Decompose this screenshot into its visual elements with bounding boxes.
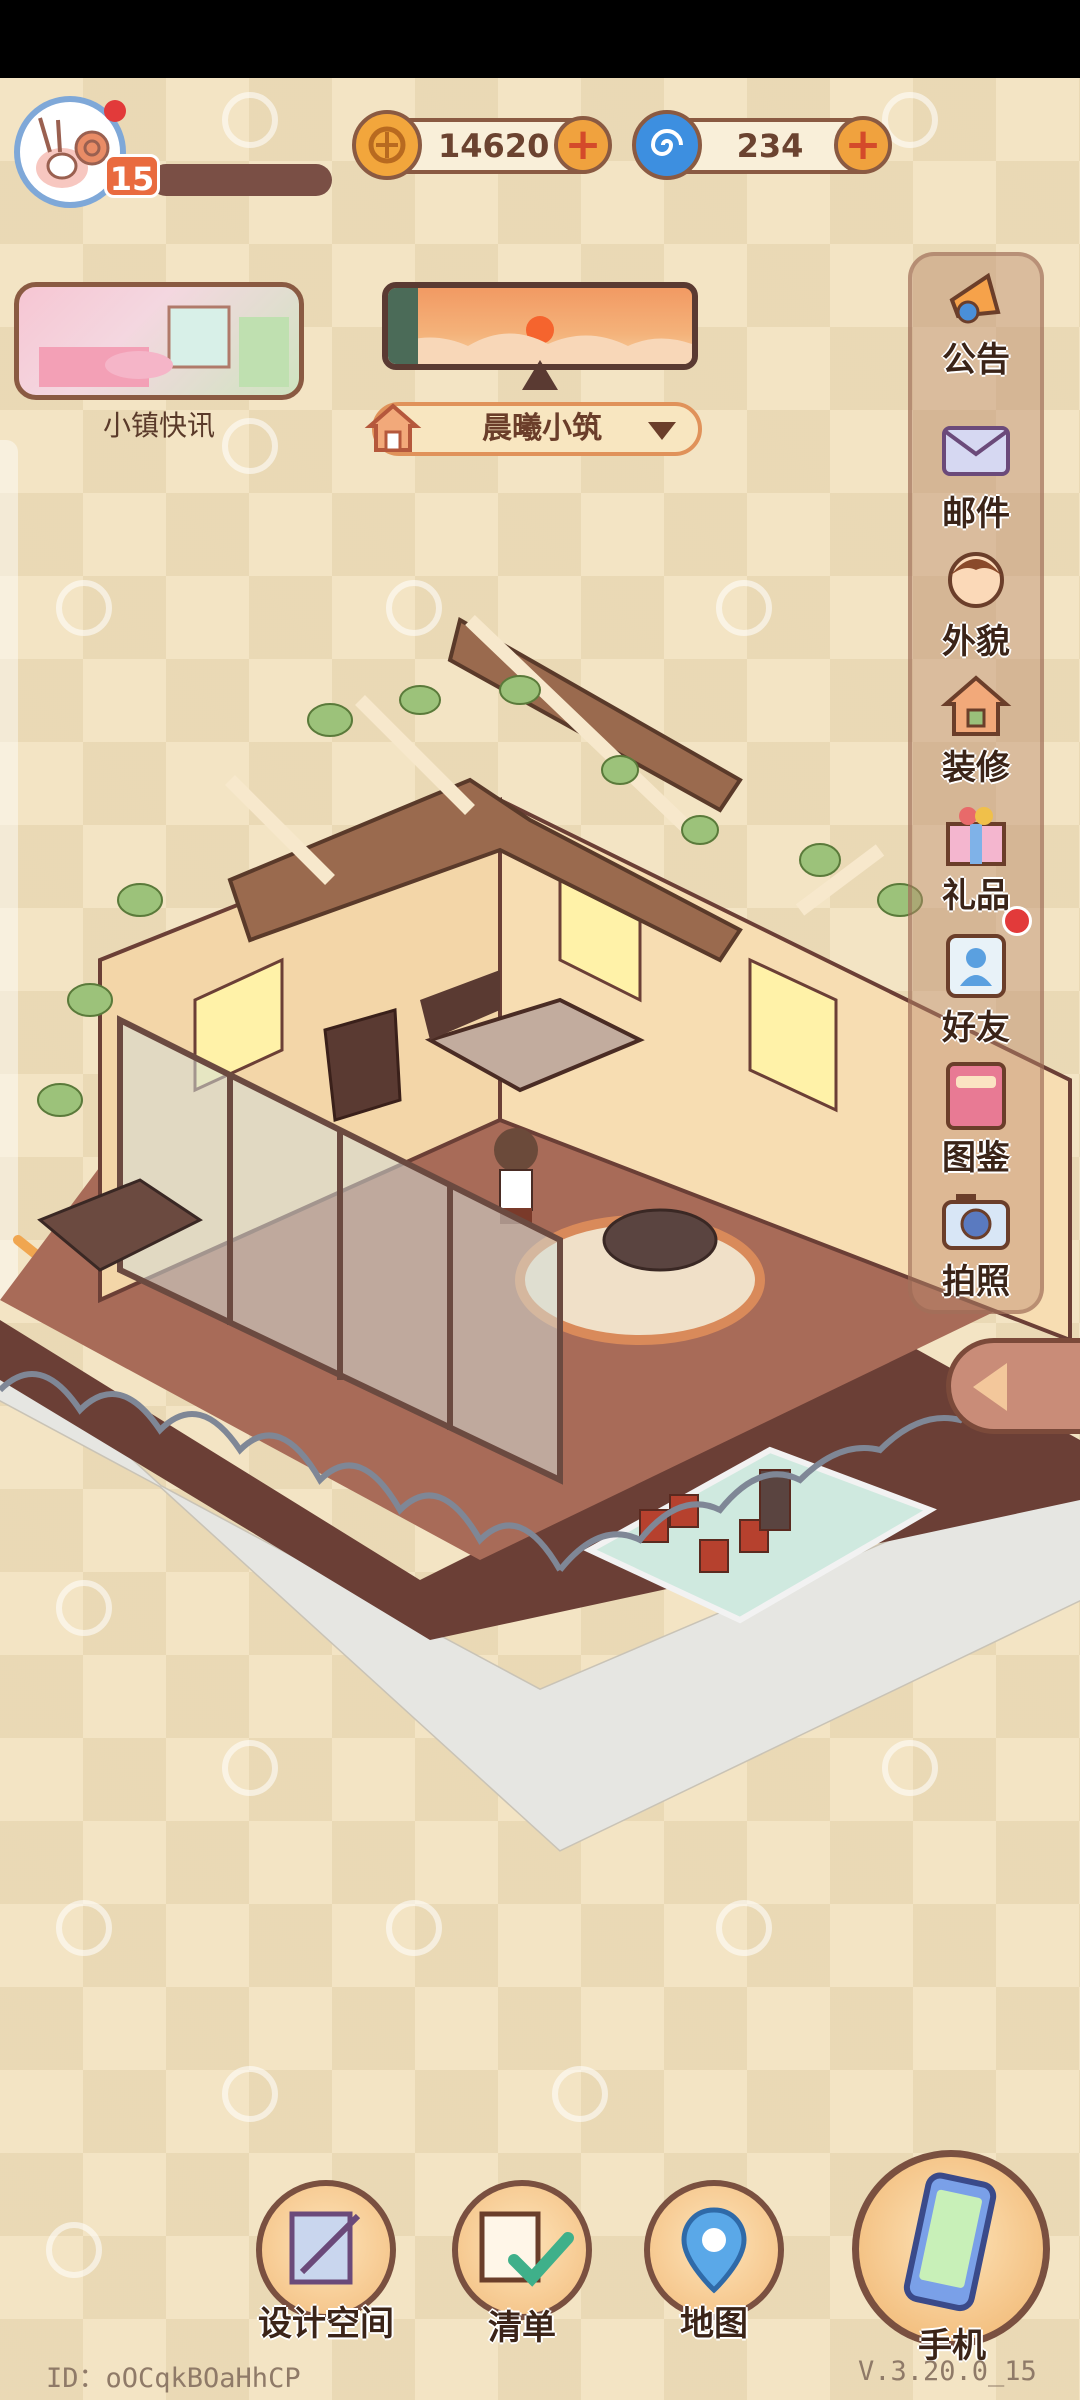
location-name: 晨曦小筑 — [482, 411, 602, 446]
checklist-label: 清单 — [488, 2308, 556, 2348]
location-selector[interactable]: 晨曦小筑 — [364, 402, 702, 456]
menu-mail[interactable]: 邮件 — [908, 410, 1044, 538]
dresser — [323, 1008, 402, 1122]
version-text: V.3.20.0_15 — [858, 2356, 1037, 2387]
menu-renovate[interactable]: 装修 — [908, 664, 1044, 792]
menu-gift[interactable]: 礼品 — [908, 792, 1044, 920]
user-id-text: ID：oOCqkBOaHhCP — [46, 2363, 301, 2394]
notification-dot — [104, 100, 126, 122]
design-space-icon — [289, 2211, 361, 2285]
map-label: 地图 — [680, 2304, 748, 2344]
coin-amount: 14620 — [438, 127, 550, 165]
sun-pattern-icon — [386, 1900, 442, 1956]
menu-appearance[interactable]: 外貌 — [908, 538, 1044, 666]
chevron-down-icon — [648, 422, 676, 440]
sun-pattern-icon — [222, 2066, 278, 2122]
appearance-icon — [948, 552, 1004, 608]
menu-announcement[interactable]: 公告 — [908, 256, 1044, 384]
gift-icon — [946, 807, 1006, 866]
design-space-label: 设计空间 — [258, 2304, 394, 2344]
collapse-menu-button[interactable] — [946, 1338, 1080, 1434]
town-news-label: 小镇快讯 — [102, 409, 215, 442]
status-bar — [0, 0, 1080, 78]
sun-pattern-icon — [46, 2222, 102, 2278]
gem-counter[interactable]: 234 + — [632, 110, 892, 180]
checklist-button[interactable] — [452, 2180, 592, 2320]
sun-pattern-icon — [222, 92, 278, 148]
renovate-icon — [940, 675, 1012, 736]
mail-icon — [942, 426, 1010, 476]
weather-pointer — [522, 360, 558, 390]
sun-pattern-icon — [716, 1900, 772, 1956]
round-table — [602, 1208, 718, 1272]
camera-icon — [942, 1194, 1010, 1250]
room-preview-image — [39, 305, 289, 387]
snail-icon — [36, 117, 110, 188]
add-coins-button[interactable]: + — [554, 116, 612, 174]
chevron-left-icon — [973, 1363, 1007, 1411]
level-badge: 15 — [104, 154, 160, 198]
menu-camera[interactable]: 拍照 — [908, 1178, 1044, 1306]
map-pin-icon — [681, 2207, 747, 2294]
collection-book-icon — [946, 1062, 1006, 1130]
friends-icon — [946, 934, 1006, 998]
friends-notification-dot — [1002, 906, 1032, 936]
town-news-thumbnail[interactable] — [14, 282, 304, 400]
add-gems-button[interactable]: + — [834, 116, 892, 174]
sun-pattern-icon — [56, 1900, 112, 1956]
coin-counter[interactable]: 14620 + — [352, 110, 612, 180]
sun-pattern-icon — [552, 2066, 608, 2122]
experience-bar — [150, 164, 332, 196]
announcement-icon — [949, 272, 1001, 324]
menu-collection[interactable]: 图鉴 — [908, 1054, 1044, 1182]
weather-banner[interactable] — [382, 282, 698, 370]
menu-friends[interactable]: 好友 — [908, 924, 1044, 1052]
gem-amount: 234 — [736, 127, 804, 165]
home-icon — [364, 403, 422, 452]
coin-icon — [352, 110, 422, 180]
sunrise-icon — [388, 288, 692, 364]
checklist-icon — [479, 2211, 574, 2287]
phone-icon — [903, 2172, 997, 2312]
swirl-icon — [632, 110, 702, 180]
